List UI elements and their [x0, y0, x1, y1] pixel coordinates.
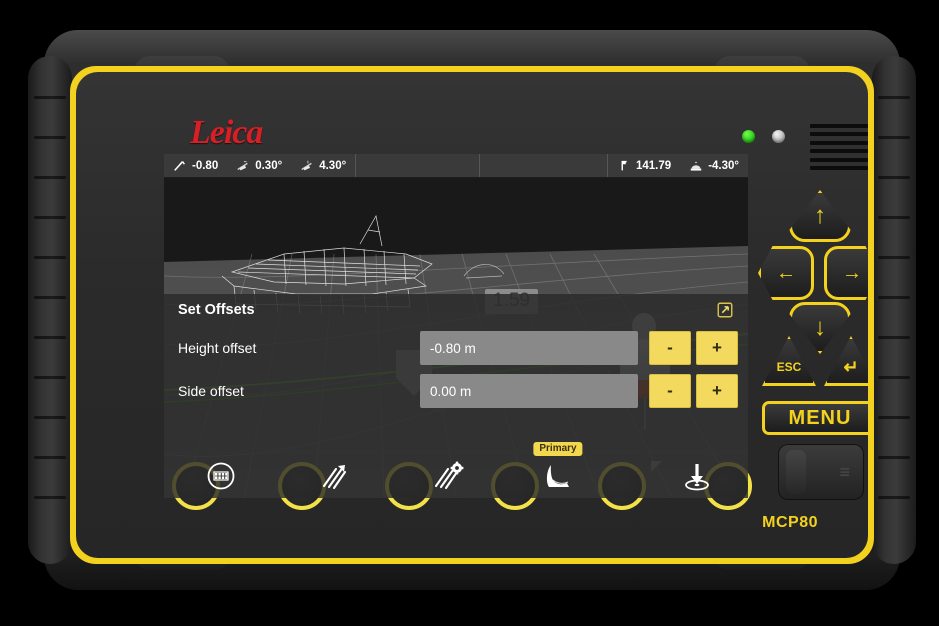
panel-title: Set Offsets: [178, 302, 255, 318]
mainfall-slope-icon: [301, 160, 312, 170]
status-bar-empty-cell-2: [480, 154, 608, 177]
bucket-angle-icon: [690, 161, 702, 171]
status-bar: -0.80 0.30° 4.30° 141.79 -4.30°: [164, 154, 748, 178]
bucket-primary-icon: [546, 465, 569, 487]
set-offsets-panel: Set Offsets Height offset -0.80 m - + Si…: [164, 294, 748, 454]
usb-icon: ≡: [839, 462, 850, 482]
status-item-cross-slope[interactable]: 0.30°: [227, 159, 291, 173]
app-menu-button[interactable]: [192, 456, 250, 496]
bottom-toolbar: Primary: [164, 442, 748, 498]
usb-port-cover[interactable]: ≡: [778, 444, 864, 500]
blade-slope-icon: [174, 160, 185, 171]
status-value-elevation: 141.79: [636, 159, 672, 172]
speaker-grille: [810, 124, 868, 170]
key-left-label: ←: [776, 261, 796, 284]
usb-cover-tab: [786, 450, 806, 494]
height-offset-value[interactable]: -0.80 m: [420, 331, 638, 365]
status-value-blade-slope: -0.80: [192, 159, 219, 172]
side-offset-label: Side offset: [178, 383, 244, 399]
side-offset-value[interactable]: 0.00 m: [420, 374, 638, 408]
key-down-label: ↓: [814, 314, 826, 341]
key-esc[interactable]: ESC: [762, 336, 816, 386]
target-elevation-button[interactable]: [668, 456, 726, 496]
status-value-cross-slope: 0.30°: [255, 159, 283, 172]
power-led: [742, 130, 755, 143]
height-offset-label: Height offset: [178, 340, 257, 356]
slope-direction-button[interactable]: [306, 456, 364, 496]
elevation-icon: [621, 160, 627, 170]
side-offset-decrement-button[interactable]: -: [649, 374, 691, 408]
status-item-blade-slope[interactable]: -0.80: [164, 159, 227, 173]
navigation-keypad: ↑ ← → ↓ ESC ↵: [758, 190, 868, 390]
right-bumper: [872, 56, 916, 564]
model-label: MCP80: [762, 514, 818, 531]
key-right-label: →: [842, 261, 862, 284]
screenshot-root: Leica -0.80 0.30° 4.30° 141.79 -4.30° Se…: [0, 0, 939, 626]
slope-settings-button[interactable]: [420, 456, 478, 496]
slope-direction-icon: [322, 465, 347, 490]
status-value-bucket-angle: -4.30°: [708, 159, 739, 172]
key-down[interactable]: ↓: [789, 302, 851, 354]
target-elevation-icon: [685, 464, 709, 491]
status-led: [772, 130, 785, 143]
external-link-icon[interactable]: [716, 301, 734, 319]
height-offset-increment-button[interactable]: +: [696, 331, 738, 365]
form-row-side-offset: Side offset 0.00 m - +: [164, 374, 748, 408]
status-item-bucket-angle[interactable]: -4.30°: [680, 159, 748, 173]
key-esc-label: ESC: [776, 360, 802, 374]
side-offset-increment-button[interactable]: +: [696, 374, 738, 408]
device-body: Leica -0.80 0.30° 4.30° 141.79 -4.30° Se…: [28, 30, 916, 590]
status-bar-right-group: 141.79 -4.30°: [608, 154, 748, 177]
app-menu-icon: [207, 462, 235, 490]
cross-slope-icon: [237, 160, 248, 170]
form-row-height-offset: Height offset -0.80 m - +: [164, 331, 748, 365]
slope-settings-icon: [434, 461, 464, 490]
status-item-elevation[interactable]: 141.79: [608, 159, 680, 173]
status-bar-empty-cell-1: [356, 154, 480, 177]
key-right[interactable]: →: [824, 246, 868, 300]
panel-header: Set Offsets: [164, 294, 748, 322]
bucket-primary-button[interactable]: Primary: [529, 442, 587, 496]
key-enter[interactable]: ↵: [824, 336, 868, 386]
status-bar-left-group: -0.80 0.30° 4.30°: [164, 154, 357, 177]
key-up[interactable]: ↑: [789, 190, 851, 242]
height-offset-decrement-button[interactable]: -: [649, 331, 691, 365]
menu-button[interactable]: MENU: [762, 401, 868, 435]
key-up-label: ↑: [814, 202, 826, 229]
device-front-face: Leica -0.80 0.30° 4.30° 141.79 -4.30° Se…: [76, 72, 868, 558]
display-screen[interactable]: 1.59 -0.80: [164, 154, 748, 498]
leica-logo: Leica: [190, 114, 263, 151]
key-enter-label: ↵: [843, 356, 859, 377]
key-left[interactable]: ←: [758, 246, 814, 300]
status-value-mainfall-slope: 4.30°: [319, 159, 347, 172]
primary-badge: Primary: [533, 442, 583, 456]
left-bumper: [28, 56, 72, 564]
status-item-mainfall-slope[interactable]: 4.30°: [291, 159, 355, 173]
